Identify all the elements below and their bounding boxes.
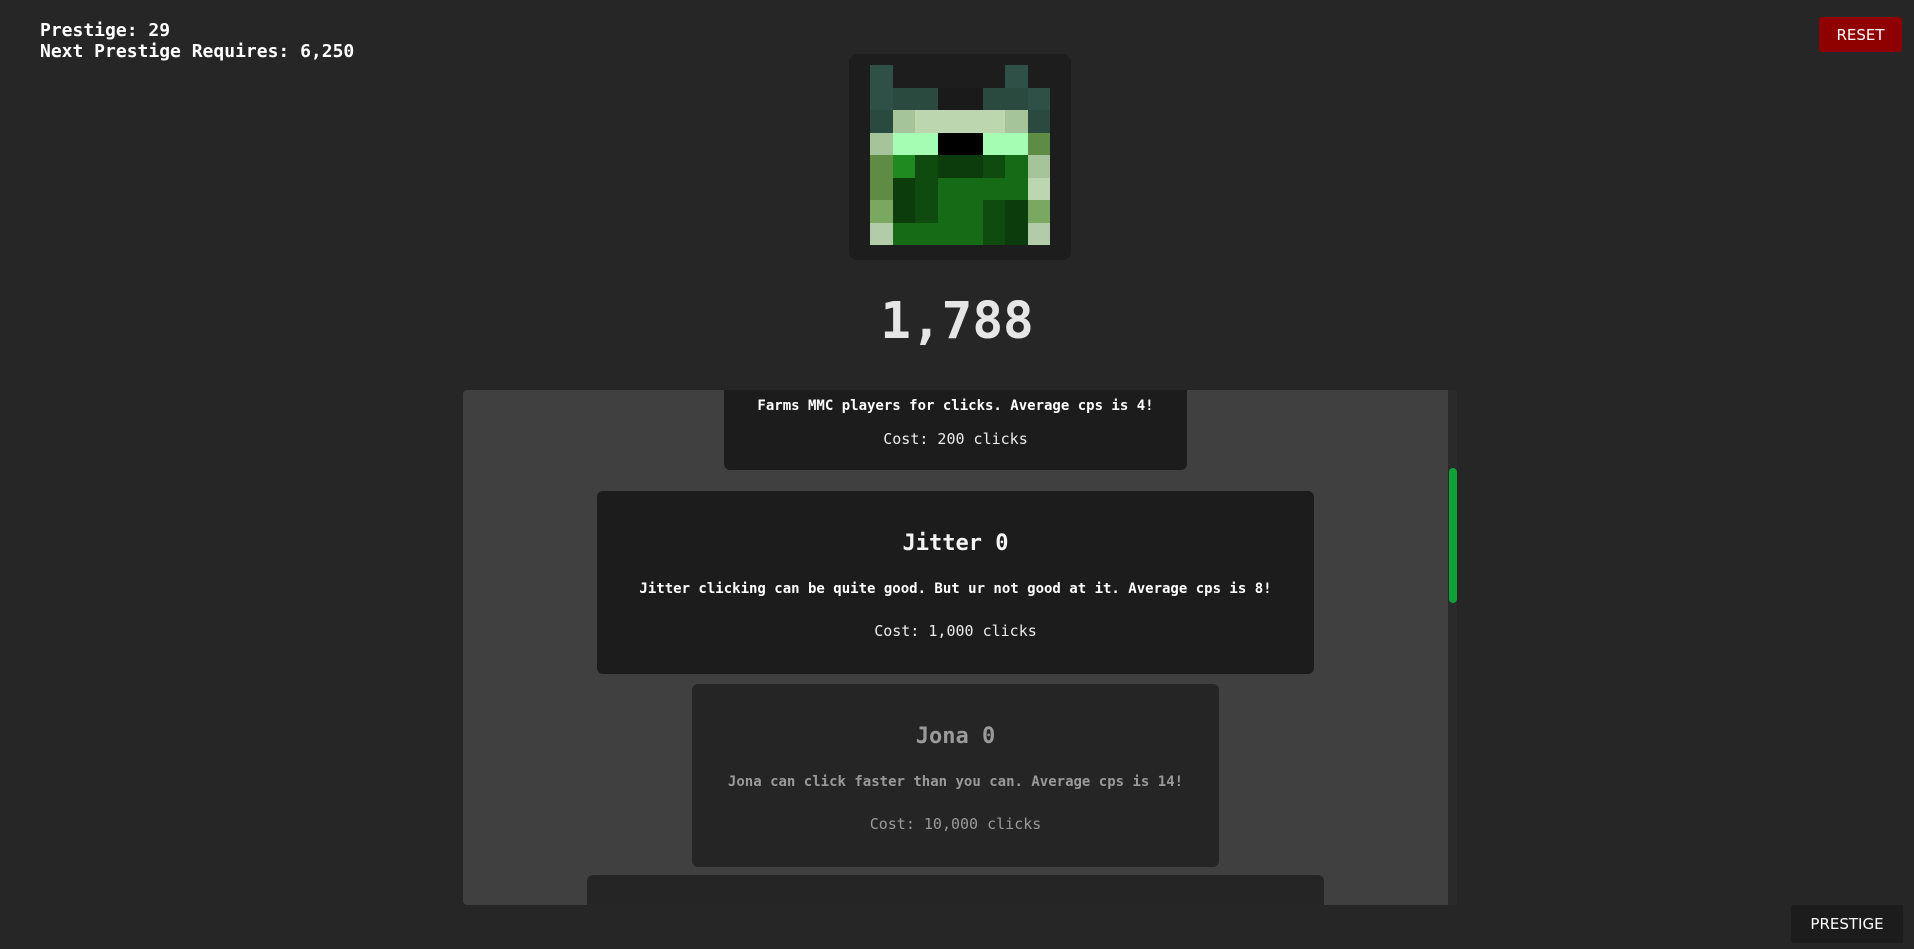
creeper-pixel bbox=[870, 222, 893, 245]
creeper-pixel bbox=[892, 132, 915, 155]
creeper-pixel bbox=[915, 155, 938, 178]
prestige-info: Prestige: 29 Next Prestige Requires: 6,2… bbox=[40, 20, 354, 62]
creeper-pixel bbox=[1027, 222, 1050, 245]
creeper-pixel bbox=[982, 200, 1005, 223]
creeper-pixel bbox=[915, 177, 938, 200]
creeper-pixel bbox=[870, 132, 893, 155]
shop-scrollbar-thumb[interactable] bbox=[1449, 468, 1457, 603]
creeper-pixel bbox=[915, 222, 938, 245]
creeper-pixel bbox=[892, 87, 915, 110]
upgrade-card-farmer[interactable]: Farms MMC players for clicks. Average cp… bbox=[724, 390, 1187, 470]
clicker-button[interactable] bbox=[849, 54, 1071, 260]
creeper-pixel bbox=[1005, 155, 1028, 178]
creeper-pixel bbox=[870, 110, 893, 133]
creeper-pixel bbox=[1027, 65, 1050, 88]
creeper-pixel bbox=[892, 200, 915, 223]
creeper-pixel bbox=[937, 222, 960, 245]
creeper-pixel bbox=[937, 177, 960, 200]
creeper-pixel bbox=[982, 110, 1005, 133]
creeper-pixel bbox=[982, 87, 1005, 110]
creeper-pixel bbox=[1027, 177, 1050, 200]
creeper-pixel bbox=[960, 110, 983, 133]
creeper-pixel bbox=[915, 65, 938, 88]
creeper-pixel bbox=[1005, 222, 1028, 245]
creeper-pixel bbox=[870, 155, 893, 178]
creeper-pixel bbox=[1005, 200, 1028, 223]
creeper-pixel bbox=[1027, 87, 1050, 110]
creeper-pixel bbox=[1027, 132, 1050, 155]
creeper-pixel bbox=[937, 200, 960, 223]
creeper-pixel bbox=[937, 155, 960, 178]
creeper-pixel bbox=[960, 200, 983, 223]
upgrade-cost: Cost: 10,000 clicks bbox=[869, 815, 1042, 833]
creeper-pixel bbox=[937, 87, 960, 110]
creeper-pixel bbox=[892, 65, 915, 88]
prestige-level: Prestige: 29 bbox=[40, 20, 171, 41]
creeper-pixel bbox=[892, 110, 915, 133]
creeper-pixel bbox=[1005, 87, 1028, 110]
creeper-pixel bbox=[1027, 110, 1050, 133]
creeper-pixel bbox=[870, 177, 893, 200]
creeper-pixel bbox=[982, 132, 1005, 155]
creeper-pixel bbox=[1027, 155, 1050, 178]
creeper-pixel bbox=[937, 65, 960, 88]
creeper-pixel bbox=[1027, 200, 1050, 223]
upgrade-shop-panel[interactable]: Farms MMC players for clicks. Average cp… bbox=[463, 390, 1457, 905]
creeper-pixel bbox=[982, 177, 1005, 200]
creeper-pixel bbox=[1005, 110, 1028, 133]
upgrade-description: Jitter clicking can be quite good. But u… bbox=[639, 581, 1272, 597]
upgrade-name: Jona 0 bbox=[915, 724, 996, 749]
creeper-pixel bbox=[915, 110, 938, 133]
creeper-pixel bbox=[1005, 177, 1028, 200]
reset-button[interactable]: RESET bbox=[1819, 17, 1902, 52]
creeper-pixel bbox=[1005, 132, 1028, 155]
creeper-pixel bbox=[892, 155, 915, 178]
creeper-pixel bbox=[937, 132, 960, 155]
upgrade-cost: Cost: 200 clicks bbox=[883, 430, 1028, 448]
prestige-button[interactable]: PRESTIGE bbox=[1791, 905, 1903, 943]
creeper-pixel bbox=[982, 65, 1005, 88]
creeper-pixel bbox=[870, 200, 893, 223]
upgrade-card-next[interactable] bbox=[587, 875, 1324, 905]
creeper-pixel bbox=[982, 222, 1005, 245]
creeper-pixel bbox=[915, 132, 938, 155]
creeper-pixel bbox=[1005, 65, 1028, 88]
creeper-pixel bbox=[937, 110, 960, 133]
upgrade-description: Farms MMC players for clicks. Average cp… bbox=[757, 398, 1154, 414]
shop-scrollbar[interactable] bbox=[1448, 390, 1457, 905]
creeper-pixel bbox=[892, 222, 915, 245]
creeper-pixel bbox=[982, 155, 1005, 178]
next-prestige-requirement: Next Prestige Requires: 6,250 bbox=[40, 41, 355, 62]
upgrade-description: Jona can click faster than you can. Aver… bbox=[727, 774, 1184, 790]
creeper-pixel bbox=[892, 177, 915, 200]
creeper-pixel bbox=[960, 155, 983, 178]
creeper-pixel bbox=[915, 87, 938, 110]
creeper-pixel bbox=[960, 132, 983, 155]
upgrade-card-jona[interactable]: Jona 0 Jona can click faster than you ca… bbox=[692, 684, 1219, 867]
upgrade-card-jitter[interactable]: Jitter 0 Jitter clicking can be quite go… bbox=[597, 491, 1314, 674]
creeper-pixel bbox=[960, 65, 983, 88]
click-counter: 1,788 bbox=[880, 292, 1034, 351]
creeper-pixel bbox=[870, 87, 893, 110]
creeper-pixel bbox=[960, 222, 983, 245]
creeper-pixel bbox=[870, 65, 893, 88]
creeper-pixel bbox=[915, 200, 938, 223]
creeper-pixel bbox=[960, 177, 983, 200]
upgrade-name: Jitter 0 bbox=[902, 531, 1009, 556]
creeper-head-icon bbox=[870, 65, 1050, 245]
creeper-pixel bbox=[960, 87, 983, 110]
upgrade-cost: Cost: 1,000 clicks bbox=[874, 622, 1037, 640]
